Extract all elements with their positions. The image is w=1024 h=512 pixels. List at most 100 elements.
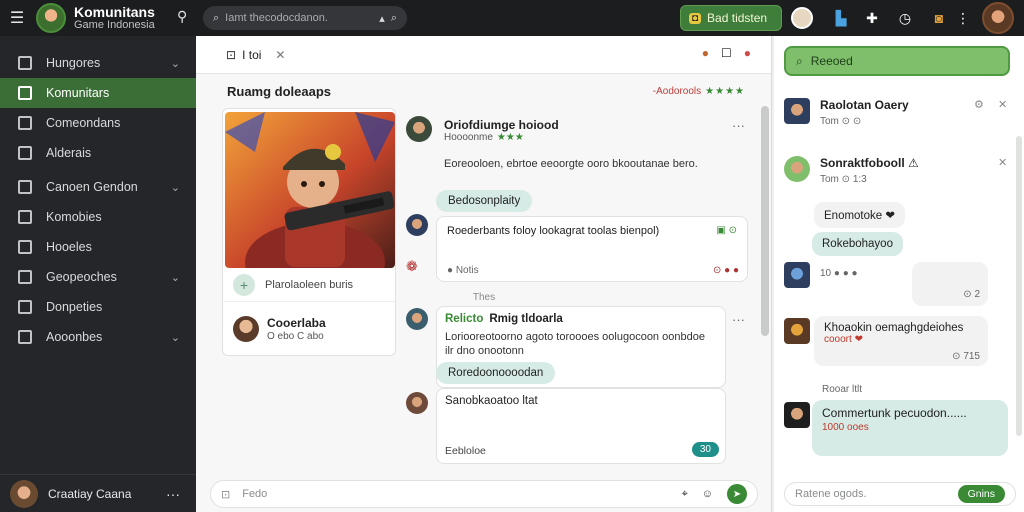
reaction-icons[interactable]: ⊙ ● ● xyxy=(713,265,739,276)
attach-icon[interactable]: ⊡ xyxy=(221,488,230,501)
post-author[interactable]: Oriofdiumge hoiood xyxy=(444,118,559,132)
settings-icon[interactable]: ⚙ xyxy=(974,98,984,111)
panel-bubble[interactable]: Rokebohayoo xyxy=(812,232,903,256)
sidebar-footer[interactable]: Craatiay Caana ··· xyxy=(0,474,196,512)
brand-subtitle: Game Indonesia xyxy=(74,18,155,31)
message-bubble[interactable]: Sanobkaoatoo ltat Eebloloe 30 xyxy=(436,388,726,464)
panel-search[interactable]: ⌕ Reeoed xyxy=(784,46,1010,76)
post-meta: Hoooonme xyxy=(444,132,493,143)
community-icon xyxy=(18,116,32,130)
panel-message[interactable]: Commertunk pecuodon...... 1000 ooes xyxy=(812,400,1008,456)
close-icon[interactable]: ✕ xyxy=(998,156,1007,169)
sidebar: Hungores ⌄ Komunitars Comeondans Alderai… xyxy=(0,36,196,512)
section-rating: -Aodorools ★★★★ xyxy=(653,86,745,97)
search-submit-icon[interactable]: ⌕ xyxy=(391,12,397,25)
panel-bubble[interactable]: ⊙ 2 xyxy=(912,262,988,306)
panel-send-button[interactable]: Gnins xyxy=(957,485,1005,503)
panel-avatar[interactable] xyxy=(784,262,810,288)
mobile-icon xyxy=(18,210,32,224)
sidebar-item-label: Aooonbes xyxy=(46,330,103,344)
hamburger-menu-icon[interactable]: ☰ xyxy=(0,0,34,36)
panel-message[interactable]: Khoaokin oemaghgdeiohes cooort ❤ ⊙ 715 xyxy=(814,316,988,366)
panel-item-name: Sonraktfobooll ⚠ xyxy=(820,156,919,170)
shield-icon[interactable]: ◙ xyxy=(927,6,951,30)
message-chip[interactable]: Roredoonoooodan xyxy=(436,362,556,384)
sidebar-item-komobies[interactable]: Komobies xyxy=(0,202,196,232)
sidebar-item-hooeles[interactable]: Hooeles xyxy=(0,232,196,262)
author-name: Cooerlaba xyxy=(267,316,326,330)
message-icon[interactable]: ☐ xyxy=(721,46,732,60)
panel-item[interactable]: Raolotan Oaery Tom ⊙ ⊙ ⚙ ✕ xyxy=(784,98,1014,128)
section-stars: ★★★★ xyxy=(705,86,745,97)
top-bar: ☰ Komunitans Game Indonesia ⚲ ⌕ Iamt the… xyxy=(0,0,1024,36)
message-title: Relicto Rmig tldoarla xyxy=(445,313,563,325)
sidebar-item-aooonbes[interactable]: Aooonbes ⌄ xyxy=(0,322,196,352)
brand-avatar xyxy=(36,3,66,33)
message-avatar[interactable] xyxy=(406,308,428,330)
post-chip[interactable]: Bedosonplaity xyxy=(436,190,533,212)
filter-icon[interactable]: ▴ xyxy=(379,12,385,25)
search-input[interactable]: ⌕ Iamt thecodocdanon. ▴ ⌕ xyxy=(203,6,407,30)
close-icon[interactable]: ✕ xyxy=(998,98,1007,111)
sidebar-item-comeondans[interactable]: Comeondans xyxy=(0,108,196,138)
message-footer: Eebloloe xyxy=(445,445,486,457)
panel-meta: 10 ● ● ● xyxy=(820,268,858,279)
sidebar-item-label: Komobies xyxy=(46,210,102,224)
clock-icon[interactable]: ◷ xyxy=(893,6,917,30)
count-badge[interactable]: 30 xyxy=(691,442,719,457)
sidebar-item-donpeties[interactable]: Donpeties xyxy=(0,292,196,322)
scrollbar[interactable] xyxy=(761,106,769,336)
link-icon[interactable]: ⌖ xyxy=(682,488,688,501)
sidebar-item-geopeoches[interactable]: Geopeoches ⌄ xyxy=(0,262,196,292)
search-icon[interactable]: ⚲ xyxy=(177,8,187,25)
more-icon[interactable]: ··· xyxy=(732,312,745,327)
sidebar-item-label: Hungores xyxy=(46,56,101,70)
compose-input[interactable]: ⊡ Fedo ⌖ ☺ ➤ xyxy=(210,480,758,508)
fire-icon[interactable]: ● xyxy=(702,46,709,60)
post-avatar[interactable] xyxy=(406,116,432,142)
panel-message-sub: 1000 ooes xyxy=(822,422,869,433)
sidebar-item-komunitars[interactable]: Komunitars xyxy=(0,78,196,108)
panel-message-sub: cooort ❤ xyxy=(824,334,863,345)
sidebar-item-alderais[interactable]: Alderais xyxy=(0,138,196,168)
reaction-icon[interactable]: ❁ xyxy=(406,258,430,274)
panel-avatar[interactable] xyxy=(784,402,810,428)
panel-scrollbar[interactable] xyxy=(1016,136,1022,436)
panel-compose[interactable]: Ratene ogods. Gnins xyxy=(784,482,1016,506)
puzzle-icon[interactable]: ✚ xyxy=(860,6,884,30)
card-author[interactable]: Cooerlaba O ebo C abo xyxy=(223,302,395,355)
more-icon[interactable]: ··· xyxy=(166,486,180,502)
panel-item-meta: Tom ⊙ 1:3 xyxy=(820,174,867,185)
message-bubble[interactable]: Roederbants foloy lookagrat toolas bienp… xyxy=(436,216,748,282)
notes-link[interactable]: ● Notis xyxy=(447,265,479,276)
message-text: Roederbants foloy lookagrat toolas bienp… xyxy=(447,225,660,237)
chevron-down-icon: ⌄ xyxy=(170,331,180,344)
panel-meta: Rooar ltlt xyxy=(822,384,863,395)
more-icon[interactable]: ⋮ xyxy=(951,6,975,30)
section-right-label[interactable]: -Aodorools xyxy=(653,86,701,97)
tab-label[interactable]: I toi xyxy=(242,48,261,62)
sidebar-item-hungores[interactable]: Hungores ⌄ xyxy=(0,48,196,78)
reply-avatar[interactable] xyxy=(406,214,428,236)
user-avatar[interactable] xyxy=(982,2,1014,34)
notification-icon[interactable]: ● xyxy=(744,46,751,60)
emoji-icon[interactable]: ☺ xyxy=(702,488,713,500)
chat-button-label: Bad tidsten xyxy=(707,11,768,25)
chat-button[interactable]: ◘ Bad tidsten xyxy=(680,5,782,31)
sidebar-item-canoen-gendon[interactable]: Canoen Gendon ⌄ xyxy=(0,172,196,202)
sidebar-item-label: Komunitars xyxy=(46,86,110,100)
message-avatar[interactable] xyxy=(406,392,428,414)
panel-avatar[interactable] xyxy=(784,318,810,344)
sidebar-item-label: Alderais xyxy=(46,146,92,160)
more-icon[interactable]: ··· xyxy=(732,118,745,133)
send-icon[interactable]: ➤ xyxy=(727,484,747,504)
list-icon xyxy=(18,240,32,254)
flag-icon[interactable]: ▙ xyxy=(829,6,853,30)
search-placeholder: Iamt thecodocdanon. xyxy=(225,12,328,24)
close-icon[interactable]: ✕ xyxy=(275,48,285,62)
profile-icon[interactable] xyxy=(790,6,814,30)
game-card[interactable]: + Plarolaoleen buris Cooerlaba O ebo C a… xyxy=(222,108,396,356)
brand[interactable]: Komunitans Game Indonesia xyxy=(74,5,155,31)
panel-bubble[interactable]: Enomotoke ❤ xyxy=(814,202,906,228)
panel-item[interactable]: Sonraktfobooll ⚠ Tom ⊙ 1:3 ✕ xyxy=(784,156,1014,186)
